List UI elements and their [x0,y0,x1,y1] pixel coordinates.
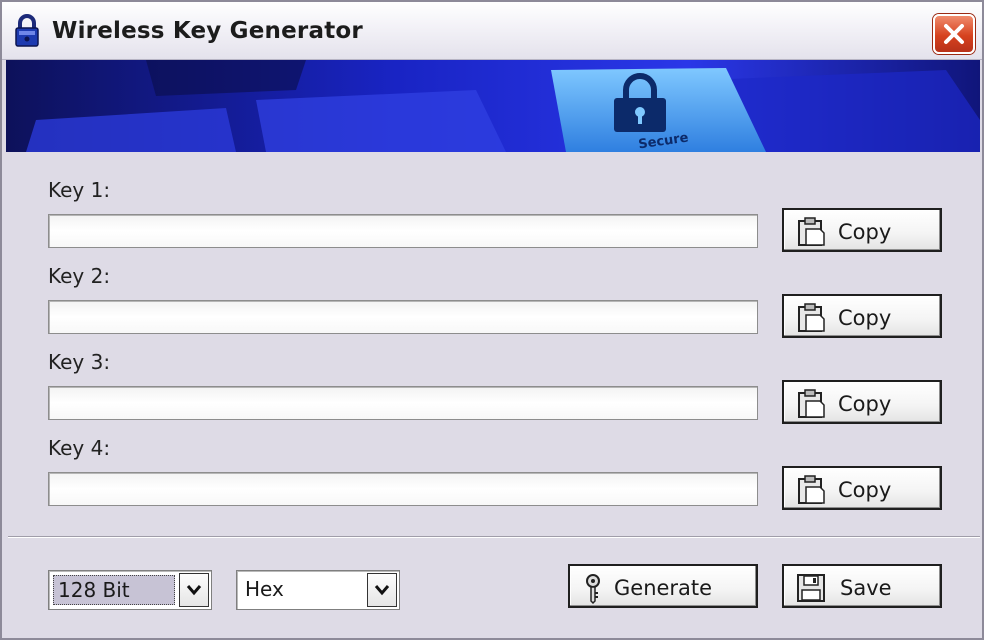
save-button[interactable]: Save [782,564,942,608]
copy-label: Copy [838,478,892,502]
format-dropdown-button[interactable] [367,573,397,607]
floppy-disk-icon [796,573,826,608]
generate-button[interactable]: Generate [568,564,758,608]
copy-key-3-button[interactable]: Copy [782,380,942,424]
close-icon [944,24,964,44]
key-4-label: Key 4: [48,436,111,460]
chevron-down-icon [374,585,390,596]
format-select[interactable]: Hex [236,570,400,610]
app-window: Wireless Key Generator Secure Key 1: Cop… [0,0,984,640]
generate-label: Generate [614,576,713,600]
format-value: Hex [245,577,284,601]
clipboard-icon [796,475,828,510]
clipboard-icon [796,217,828,252]
copy-key-2-button[interactable]: Copy [782,294,942,338]
bit-length-value: 128 Bit [53,575,175,605]
separator [8,536,980,538]
close-button[interactable] [933,14,975,54]
copy-label: Copy [838,220,892,244]
save-label: Save [840,576,892,600]
key-3-label: Key 3: [48,350,111,374]
key-1-label: Key 1: [48,178,111,202]
bit-length-dropdown-button[interactable] [179,573,209,607]
key-1-field[interactable] [48,214,758,248]
chevron-down-icon [186,585,202,596]
key-2-label: Key 2: [48,264,111,288]
clipboard-icon [796,389,828,424]
title-bar[interactable]: Wireless Key Generator [2,2,982,60]
key-icon [582,573,604,610]
padlock-icon [14,14,40,48]
copy-label: Copy [838,392,892,416]
copy-key-4-button[interactable]: Copy [782,466,942,510]
bit-length-select[interactable]: 128 Bit [48,570,212,610]
key-3-field[interactable] [48,386,758,420]
key-2-field[interactable] [48,300,758,334]
key-4-field[interactable] [48,472,758,506]
clipboard-icon [796,303,828,338]
header-banner: Secure [6,60,980,152]
window-title: Wireless Key Generator [52,18,363,44]
copy-key-1-button[interactable]: Copy [782,208,942,252]
copy-label: Copy [838,306,892,330]
